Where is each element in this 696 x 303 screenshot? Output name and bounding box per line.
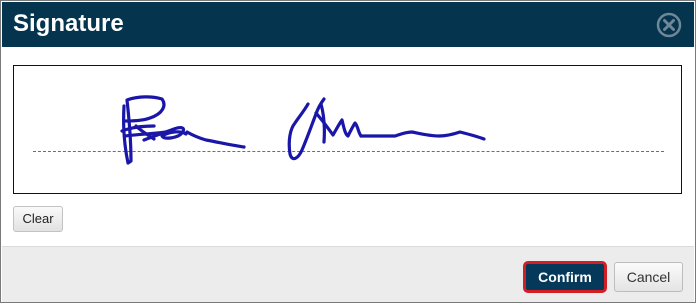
- cancel-button[interactable]: Cancel: [614, 262, 683, 292]
- dialog-title: Signature: [13, 10, 124, 37]
- dialog-titlebar: Signature: [2, 2, 694, 47]
- signature-strokes: [120, 95, 486, 165]
- signature-pad[interactable]: [13, 65, 682, 194]
- close-button[interactable]: [656, 12, 682, 38]
- clear-button[interactable]: Clear: [13, 206, 63, 232]
- signature-dialog: Signature Clear Confirm Cancel: [0, 0, 696, 303]
- close-circle-icon: [656, 12, 682, 38]
- confirm-button[interactable]: Confirm: [523, 261, 607, 293]
